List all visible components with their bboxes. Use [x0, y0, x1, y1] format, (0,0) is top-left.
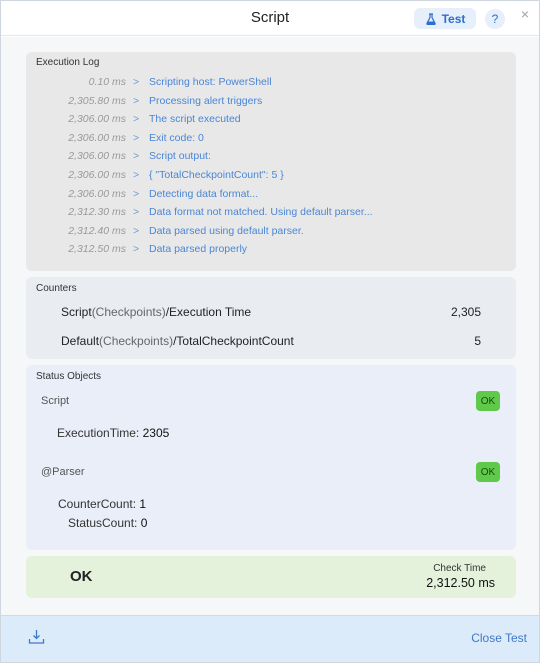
- log-time: 2,312.40 ms: [68, 224, 126, 237]
- counter-value: 5: [474, 334, 481, 348]
- help-button[interactable]: ?: [485, 9, 505, 29]
- counter-name: Script(Checkpoints)/Execution Time: [61, 305, 252, 319]
- status-objects-title: Status Objects: [36, 371, 102, 382]
- log-entry: 2,312.50 ms > Data parsed properly: [26, 243, 516, 261]
- log-time: 2,305.80 ms: [68, 94, 126, 107]
- log-message: Exit code: 0: [149, 131, 204, 144]
- log-message: Processing alert triggers: [149, 94, 263, 107]
- log-time: 2,306.00 ms: [68, 169, 126, 181]
- log-entry: 2,306.00 ms > The script executed: [26, 113, 516, 131]
- log-arrow: >: [133, 169, 140, 181]
- log-entry: 2,312.40 ms > Data parsed using default pa…: [26, 225, 516, 243]
- log-arrow: >: [133, 243, 140, 256]
- log-message: Script output:: [149, 150, 211, 163]
- counters-panel: Counters Script(Checkpoints)/Execution T…: [26, 277, 516, 359]
- status-badge: OK: [476, 391, 500, 411]
- download-icon[interactable]: [28, 629, 45, 645]
- log-entry: 0.10 ms > Scripting host: PowerShell: [26, 76, 516, 94]
- log-message: The script executed: [149, 113, 241, 126]
- execution-log-title: Execution Log: [36, 57, 100, 68]
- status-objects-panel: Status Objects Script OK ExecutionTime: …: [26, 365, 516, 550]
- log-time: 2,306.00 ms: [68, 113, 126, 126]
- log-message: Scripting host: PowerShell: [149, 76, 272, 88]
- log-entry: 2,306.00 ms > Script output:: [26, 150, 516, 168]
- log-time: 2,306.00 ms: [68, 150, 126, 163]
- log-arrow: >: [133, 224, 140, 237]
- log-time: 2,306.00 ms: [68, 187, 126, 200]
- property-row: StatusCount: 0: [68, 516, 148, 530]
- log-message: Data parsed properly: [149, 243, 248, 256]
- dialog-body: Execution Log 0.10 ms > Scripting host: Po…: [1, 37, 539, 615]
- log-message: Data parsed using default parser.: [149, 224, 304, 237]
- result-status: OK: [70, 568, 93, 585]
- log-arrow: >: [133, 187, 140, 200]
- status-object-name: @Parser: [41, 466, 85, 478]
- execution-log-panel: Execution Log 0.10 ms > Scripting host: Po…: [26, 52, 516, 271]
- counter-value: 2,305: [450, 305, 481, 319]
- log-entry: 2,305.80 ms > Processing alert triggers: [26, 95, 516, 113]
- property-row: ExecutionTime: 2305: [57, 426, 170, 440]
- log-arrow: >: [133, 76, 140, 88]
- counter-row: Default(Checkpoints)/TotalCheckpointCoun…: [61, 334, 481, 348]
- script-dialog: Script Test ? × Execution Log 0.10 ms > Sc…: [0, 0, 540, 663]
- check-time-value: 2,312.50 ms: [426, 576, 495, 590]
- log-entry: 2,306.00 ms > { "TotalCheckpointCount": 5 …: [26, 169, 516, 187]
- question-icon: ?: [491, 12, 499, 26]
- log-arrow: >: [133, 113, 140, 126]
- log-arrow: >: [133, 94, 140, 107]
- counter-name: Default(Checkpoints)/TotalCheckpointCoun…: [61, 334, 294, 348]
- dialog-footer: Close Test: [1, 615, 539, 662]
- log-entry: 2,306.00 ms > Detecting data format...: [26, 188, 516, 206]
- log-arrow: >: [133, 206, 140, 219]
- check-time-label: Check Time: [433, 563, 486, 574]
- status-object-name: Script: [41, 395, 70, 407]
- log-message: Data format not matched. Using default p…: [149, 206, 373, 219]
- log-time: 2,306.00 ms: [68, 131, 126, 144]
- log-message: { "TotalCheckpointCount": 5 }: [149, 169, 284, 181]
- flask-icon: [425, 12, 436, 25]
- log-time: 0.10 ms: [88, 76, 126, 88]
- log-time: 2,312.50 ms: [68, 243, 126, 256]
- log-arrow: >: [133, 131, 140, 144]
- test-button[interactable]: Test: [414, 8, 476, 29]
- log-message: Detecting data format...: [149, 187, 259, 200]
- property-row: CounterCount: 1: [58, 497, 147, 511]
- log-arrow: >: [133, 150, 140, 163]
- status-badge: OK: [476, 462, 500, 482]
- close-icon[interactable]: ×: [518, 7, 532, 21]
- log-entry: 2,312.30 ms > Data format not matched. Usi…: [26, 206, 516, 224]
- log-entry: 2,306.00 ms > Exit code: 0: [26, 132, 516, 150]
- title-bar: Script Test ? ×: [1, 1, 539, 36]
- test-button-label: Test: [441, 11, 466, 26]
- counters-title: Counters: [36, 283, 77, 294]
- log-time: 2,312.30 ms: [68, 206, 126, 219]
- result-panel: OK Check Time 2,312.50 ms: [26, 556, 516, 598]
- close-test-button[interactable]: Close Test: [471, 631, 527, 645]
- counter-row: Script(Checkpoints)/Execution Time 2,305: [61, 305, 481, 319]
